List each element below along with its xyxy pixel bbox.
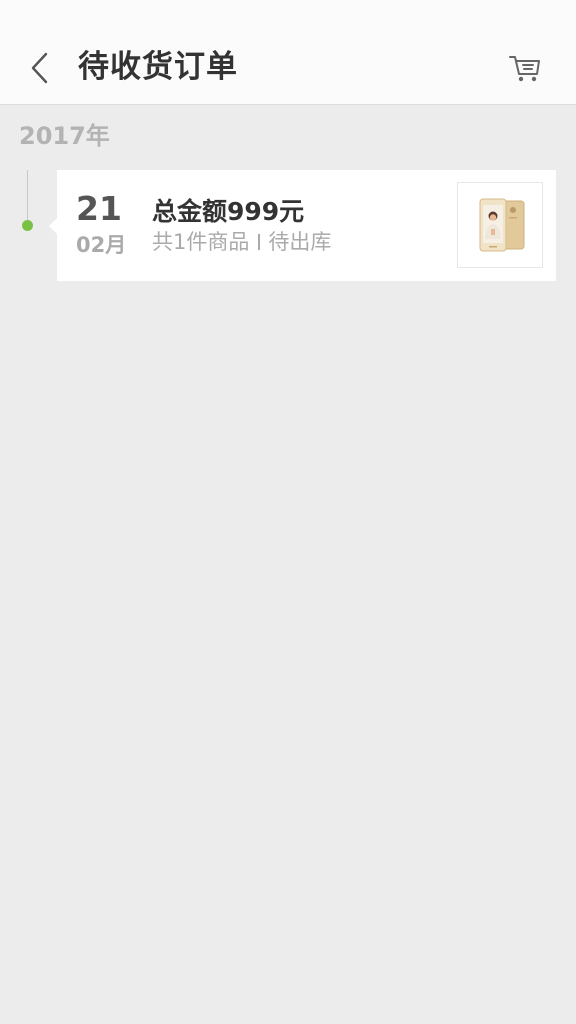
- product-thumbnail[interactable]: [457, 182, 543, 268]
- order-day: 21: [76, 189, 122, 228]
- chevron-left-icon: [31, 52, 48, 84]
- shopping-cart-icon: [509, 56, 540, 82]
- cart-button[interactable]: [502, 46, 548, 90]
- order-month: 02月: [76, 233, 127, 257]
- back-button[interactable]: [18, 46, 62, 90]
- phone-product-image: [479, 198, 525, 252]
- order-summary: 共1件商品 待出库: [152, 229, 331, 255]
- order-status: 待出库: [268, 230, 332, 254]
- timeline-line: [27, 170, 28, 220]
- separator: [258, 234, 261, 250]
- header-bar: 待收货订单: [0, 30, 576, 105]
- order-card[interactable]: 21 02月 总金额999元 共1件商品 待出库: [49, 170, 556, 281]
- order-total: 总金额999元: [152, 197, 305, 226]
- timeline-year: 2017年: [19, 122, 110, 150]
- card-pointer: [49, 218, 57, 234]
- order-item-count: 共1件商品: [152, 230, 250, 254]
- timeline-dot: [22, 220, 33, 231]
- status-bar: [0, 0, 576, 30]
- page-title: 待收货订单: [78, 49, 238, 85]
